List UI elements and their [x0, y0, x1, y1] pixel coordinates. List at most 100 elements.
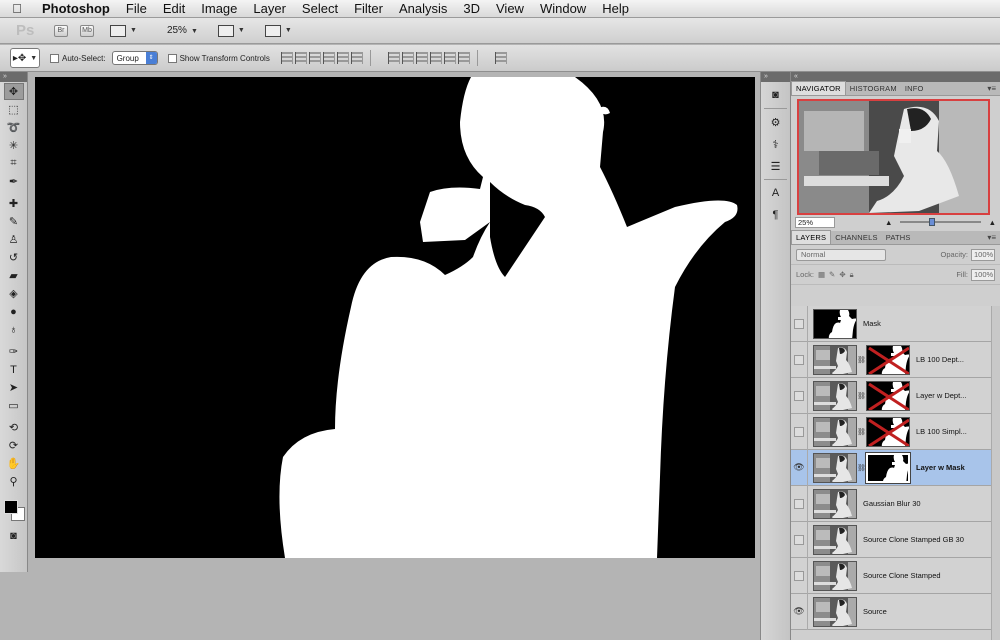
- layer-row[interactable]: 👁︎ ⛓ Layer w Mask: [791, 449, 991, 486]
- lock-pixels-icon[interactable]: ✎: [829, 270, 835, 279]
- align-left-icon[interactable]: [322, 52, 335, 64]
- navigator-preview[interactable]: [797, 99, 990, 215]
- lock-position-icon[interactable]: ✥: [839, 270, 845, 279]
- paint-bucket-tool-icon[interactable]: ◈: [4, 285, 24, 302]
- paragraph-icon[interactable]: ¶: [766, 206, 786, 224]
- menu-edit[interactable]: Edit: [155, 1, 193, 16]
- hand-tool-icon[interactable]: ✋: [4, 455, 24, 472]
- layer-row[interactable]: ⛓ LB 100 Simpl...: [791, 413, 991, 450]
- panel-grip[interactable]: »: [761, 72, 790, 82]
- app-menu[interactable]: Photoshop: [34, 1, 118, 16]
- layer-mask-thumbnail[interactable]: [866, 344, 910, 375]
- clone-stamp-tool-icon[interactable]: ♙: [4, 231, 24, 248]
- apple-icon[interactable]: : [0, 1, 34, 16]
- layer-row[interactable]: Source Clone Stamped: [791, 557, 991, 594]
- opacity-field[interactable]: 100%: [971, 248, 995, 261]
- tab-info[interactable]: INFO: [901, 82, 928, 95]
- distribute-hcenter-icon[interactable]: [443, 52, 456, 64]
- menu-file[interactable]: File: [118, 1, 155, 16]
- layer-thumbnail[interactable]: [813, 416, 857, 447]
- panel-menu-icon[interactable]: ▾≡: [987, 84, 996, 93]
- auto-select-dropdown[interactable]: Group ⇕: [111, 51, 158, 65]
- zoom-out-icon[interactable]: ▲: [885, 218, 892, 227]
- zoom-level-select[interactable]: 25% ▼: [167, 25, 198, 36]
- layer-row[interactable]: Source Clone Stamped GB 30: [791, 521, 991, 558]
- brush-tool-icon[interactable]: ✎: [4, 213, 24, 230]
- marquee-tool-icon[interactable]: ⬚: [4, 101, 24, 118]
- distribute-vcenter-icon[interactable]: [401, 52, 414, 64]
- bridge-button[interactable]: Br: [54, 24, 68, 37]
- align-hcenter-icon[interactable]: [336, 52, 349, 64]
- layer-row[interactable]: Mask: [791, 305, 991, 342]
- eraser-tool-icon[interactable]: ▰: [4, 267, 24, 284]
- quick-mask-icon[interactable]: ◙: [4, 527, 24, 544]
- layer-mask-thumbnail[interactable]: [866, 380, 910, 411]
- layer-thumbnail[interactable]: [813, 380, 857, 411]
- panel-grip[interactable]: »: [0, 72, 27, 82]
- distribute-left-icon[interactable]: [429, 52, 442, 64]
- align-right-icon[interactable]: [350, 52, 363, 64]
- layer-visibility-toggle[interactable]: [791, 377, 808, 414]
- layer-visibility-toggle[interactable]: [791, 341, 808, 378]
- auto-align-icon[interactable]: [494, 52, 507, 64]
- layer-thumbnail[interactable]: [813, 488, 857, 519]
- mask-link-icon[interactable]: ⛓: [857, 464, 866, 472]
- layer-thumbnail[interactable]: [813, 344, 857, 375]
- tool-preset-picker[interactable]: ▸✥ ▼: [10, 48, 40, 68]
- menu-select[interactable]: Select: [294, 1, 346, 16]
- history-brush-tool-icon[interactable]: ↺: [4, 249, 24, 266]
- type-tool-icon[interactable]: T: [4, 361, 24, 378]
- eyedropper-tool-icon[interactable]: ✒: [4, 173, 24, 190]
- adjustments-icon[interactable]: ⚙: [766, 113, 786, 131]
- layer-visibility-toggle[interactable]: [791, 521, 808, 558]
- layers-scrollbar[interactable]: [991, 306, 1000, 640]
- align-top-icon[interactable]: [280, 52, 293, 64]
- show-transform-checkbox[interactable]: [167, 53, 177, 63]
- shape-tool-icon[interactable]: ▭: [4, 397, 24, 414]
- layer-visibility-toggle[interactable]: 👁︎: [791, 449, 808, 486]
- zoom-tool-icon[interactable]: ⚲: [4, 473, 24, 490]
- tab-channels[interactable]: CHANNELS: [831, 231, 881, 244]
- fill-field[interactable]: 100%: [971, 268, 995, 281]
- distribute-right-icon[interactable]: [457, 52, 470, 64]
- pen-tool-icon[interactable]: ✑: [4, 343, 24, 360]
- magic-wand-tool-icon[interactable]: ✳: [4, 137, 24, 154]
- path-selection-tool-icon[interactable]: ➤: [4, 379, 24, 396]
- view-extras-menu[interactable]: ▼: [110, 24, 137, 37]
- menu-3d[interactable]: 3D: [455, 1, 488, 16]
- menu-view[interactable]: View: [488, 1, 532, 16]
- layer-row[interactable]: 👁︎ Source: [791, 593, 991, 630]
- screen-mode-menu[interactable]: ▼: [264, 24, 292, 37]
- layer-thumbnail[interactable]: [813, 452, 857, 483]
- move-tool-icon[interactable]: ✥: [3, 83, 24, 100]
- layer-mask-thumbnail[interactable]: [866, 416, 910, 447]
- distribute-top-icon[interactable]: [387, 52, 400, 64]
- mini-bridge-button[interactable]: Mb: [80, 24, 94, 37]
- tab-layers[interactable]: LAYERS: [791, 230, 832, 244]
- layer-mask-thumbnail[interactable]: [865, 451, 911, 484]
- camera-icon[interactable]: ◙: [766, 86, 786, 104]
- layer-comps-icon[interactable]: ☰: [766, 157, 786, 175]
- slider-knob[interactable]: [929, 218, 936, 226]
- navigator-zoom-field[interactable]: 25%: [795, 216, 835, 228]
- align-bottom-icon[interactable]: [308, 52, 321, 64]
- crop-tool-icon[interactable]: ⌗: [4, 155, 24, 172]
- lock-all-icon[interactable]: 🔒︎: [850, 270, 854, 280]
- layer-row[interactable]: Gaussian Blur 30: [791, 485, 991, 522]
- align-vcenter-icon[interactable]: [294, 52, 307, 64]
- character-icon[interactable]: A: [766, 184, 786, 202]
- menu-help[interactable]: Help: [594, 1, 637, 16]
- blend-mode-select[interactable]: Normal: [796, 248, 886, 261]
- layer-visibility-toggle[interactable]: 👁︎: [791, 593, 808, 630]
- lasso-tool-icon[interactable]: ➰: [4, 119, 24, 136]
- mask-link-icon[interactable]: ⛓: [857, 392, 866, 400]
- mask-link-icon[interactable]: ⛓: [857, 428, 866, 436]
- layer-visibility-toggle[interactable]: [791, 485, 808, 522]
- auto-select-checkbox[interactable]: [50, 53, 59, 63]
- panel-menu-icon[interactable]: ▾≡: [987, 233, 996, 242]
- menu-window[interactable]: Window: [532, 1, 594, 16]
- zoom-slider[interactable]: [900, 218, 981, 226]
- layer-thumbnail[interactable]: [813, 524, 857, 555]
- lock-transparent-icon[interactable]: ▦: [818, 270, 825, 279]
- tab-histogram[interactable]: HISTOGRAM: [846, 82, 901, 95]
